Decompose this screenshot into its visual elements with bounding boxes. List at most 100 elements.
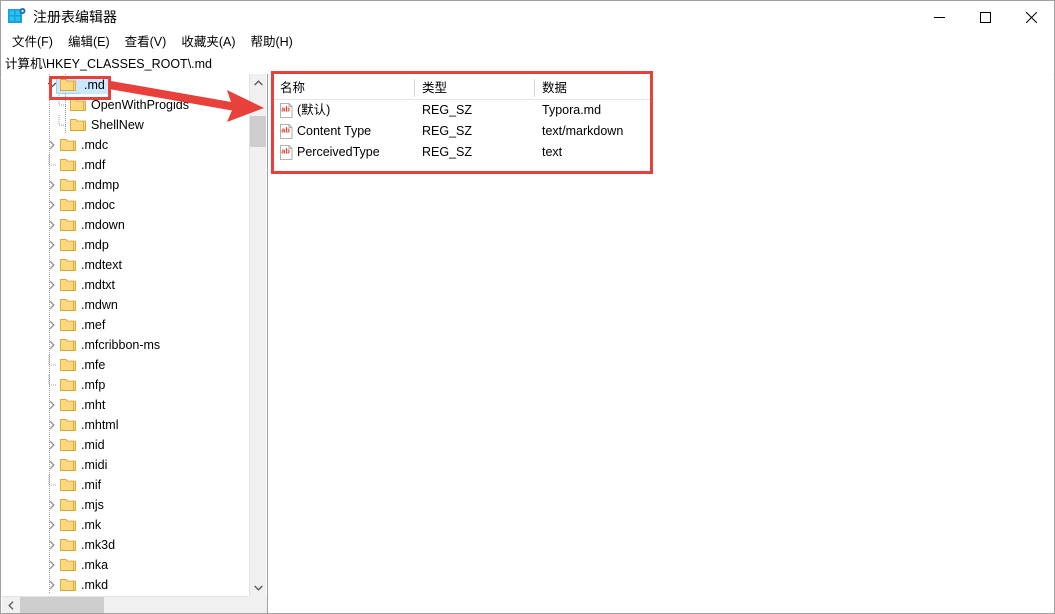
chevron-right-icon[interactable]: [47, 580, 57, 590]
tree-horizontal-scrollbar[interactable]: [2, 596, 267, 613]
tree-expander[interactable]: [44, 235, 60, 255]
tree-expander[interactable]: [44, 315, 60, 335]
tree-item-mdmp[interactable]: .mdmp: [2, 175, 250, 195]
tree-expander[interactable]: [44, 435, 60, 455]
chevron-right-icon[interactable]: [47, 240, 57, 250]
registry-value-row[interactable]: ab PerceivedType REG_SZ text: [272, 142, 652, 163]
folder-icon: [60, 299, 76, 311]
tree-item-mk3d[interactable]: .mk3d: [2, 535, 250, 555]
tree-expander[interactable]: [44, 515, 60, 535]
tree-expander[interactable]: [44, 215, 60, 235]
tree-item-mka[interactable]: .mka: [2, 555, 250, 575]
scroll-left-button[interactable]: [2, 597, 19, 613]
scrollbar-corner: [249, 596, 266, 613]
chevron-right-icon[interactable]: [47, 140, 57, 150]
chevron-right-icon[interactable]: [47, 460, 57, 470]
tree-item-mef[interactable]: .mef: [2, 315, 250, 335]
tree-item-mdwn[interactable]: .mdwn: [2, 295, 250, 315]
scroll-up-button[interactable]: [250, 74, 266, 91]
scroll-down-button[interactable]: [250, 579, 266, 596]
registry-tree-pane: .md OpenWithProgids ShellNew .mdc .mdf .mdmp.…: [2, 74, 268, 613]
maximize-button[interactable]: [962, 1, 1008, 34]
minimize-button[interactable]: [916, 1, 962, 34]
tree-expander[interactable]: [44, 455, 60, 475]
folder-icon: [60, 139, 76, 151]
tree-item-mkd[interactable]: .mkd: [2, 575, 250, 595]
tree-item-mid[interactable]: .mid: [2, 435, 250, 455]
column-header-name[interactable]: 名称: [272, 77, 414, 99]
close-button[interactable]: [1008, 1, 1054, 34]
tree-horizontal-scroll-thumb[interactable]: [20, 597, 104, 613]
tree-item-mif[interactable]: .mif: [2, 475, 250, 495]
tree-expander[interactable]: [44, 135, 60, 155]
tree-item-mfp[interactable]: .mfp: [2, 375, 250, 395]
chevron-right-icon[interactable]: [47, 560, 57, 570]
tree-item-mk[interactable]: .mk: [2, 515, 250, 535]
string-value-icon: ab: [280, 124, 293, 139]
folder-icon: [60, 359, 76, 371]
menu-edit[interactable]: 编辑(E): [61, 33, 117, 52]
tree-item-mdp[interactable]: .mdp: [2, 235, 250, 255]
tree-item-mht[interactable]: .mht: [2, 395, 250, 415]
tree-expander[interactable]: [44, 175, 60, 195]
menu-help[interactable]: 帮助(H): [243, 33, 299, 52]
registry-editor-window: 注册表编辑器 文件(F) 编辑(E) 查看(V) 收藏夹(A) 帮助(H) 计算…: [0, 0, 1055, 614]
tree-expander[interactable]: [44, 555, 60, 575]
tree-item-mjs[interactable]: .mjs: [2, 495, 250, 515]
tree-expander[interactable]: [44, 335, 60, 355]
tree-item-mfe[interactable]: .mfe: [2, 355, 250, 375]
tree-expander[interactable]: [44, 495, 60, 515]
tree-item-midi[interactable]: .midi: [2, 455, 250, 475]
tree-item-mdc[interactable]: .mdc: [2, 135, 250, 155]
chevron-right-icon[interactable]: [47, 540, 57, 550]
chevron-right-icon[interactable]: [47, 260, 57, 270]
chevron-right-icon[interactable]: [47, 500, 57, 510]
tree-expander[interactable]: [44, 415, 60, 435]
value-name-cell: ab (默认): [272, 100, 330, 121]
chevron-right-icon[interactable]: [47, 320, 57, 330]
tree-item-shellnew[interactable]: ShellNew: [2, 115, 250, 135]
tree-expander[interactable]: [44, 195, 60, 215]
chevron-right-icon[interactable]: [47, 440, 57, 450]
tree-item-label: ShellNew: [91, 118, 144, 132]
chevron-right-icon[interactable]: [47, 180, 57, 190]
tree-vertical-scroll-thumb[interactable]: [250, 116, 266, 147]
tree-item-md[interactable]: .md: [2, 75, 250, 95]
chevron-right-icon[interactable]: [47, 220, 57, 230]
tree-item-mdown[interactable]: .mdown: [2, 215, 250, 235]
chevron-right-icon[interactable]: [47, 520, 57, 530]
tree-item-openwithprogids[interactable]: OpenWithProgids: [2, 95, 250, 115]
tree-item-mdoc[interactable]: .mdoc: [2, 195, 250, 215]
tree-expander[interactable]: [44, 575, 60, 595]
tree-item-mdf[interactable]: .mdf: [2, 155, 250, 175]
menu-file[interactable]: 文件(F): [5, 33, 60, 52]
tree-item-mhtml[interactable]: .mhtml: [2, 415, 250, 435]
registry-value-row[interactable]: ab Content Type REG_SZ text/markdown: [272, 121, 652, 142]
tree-expander[interactable]: [44, 295, 60, 315]
chevron-right-icon[interactable]: [47, 300, 57, 310]
tree-expander[interactable]: [44, 255, 60, 275]
folder-icon: [60, 339, 76, 351]
tree-item-mdtext[interactable]: .mdtext: [2, 255, 250, 275]
folder-icon: [60, 259, 76, 271]
tree-item-label: .mdf: [81, 158, 106, 172]
registry-value-row[interactable]: ab (默认) REG_SZ Typora.md: [272, 100, 652, 121]
menu-view[interactable]: 查看(V): [118, 33, 174, 52]
menu-favorites[interactable]: 收藏夹(A): [174, 33, 242, 52]
chevron-right-icon[interactable]: [47, 420, 57, 430]
tree-item-mfcribbon-ms[interactable]: .mfcribbon-ms: [2, 335, 250, 355]
tree-item-mdtxt[interactable]: .mdtxt: [2, 275, 250, 295]
tree-vertical-scrollbar[interactable]: [249, 74, 266, 596]
column-header-type[interactable]: 类型: [414, 77, 534, 99]
chevron-right-icon[interactable]: [47, 280, 57, 290]
chevron-right-icon[interactable]: [47, 200, 57, 210]
registry-path: 计算机\HKEY_CLASSES_ROOT\.md: [5, 56, 213, 71]
tree-item-label: .mfp: [81, 378, 106, 392]
chevron-right-icon[interactable]: [47, 400, 57, 410]
tree-expander[interactable]: [44, 395, 60, 415]
column-header-data[interactable]: 数据: [534, 77, 652, 99]
tree-expander[interactable]: [44, 535, 60, 555]
tree-expander[interactable]: [44, 275, 60, 295]
address-bar[interactable]: 计算机\HKEY_CLASSES_ROOT\.md: [1, 53, 1054, 75]
chevron-right-icon[interactable]: [47, 340, 57, 350]
